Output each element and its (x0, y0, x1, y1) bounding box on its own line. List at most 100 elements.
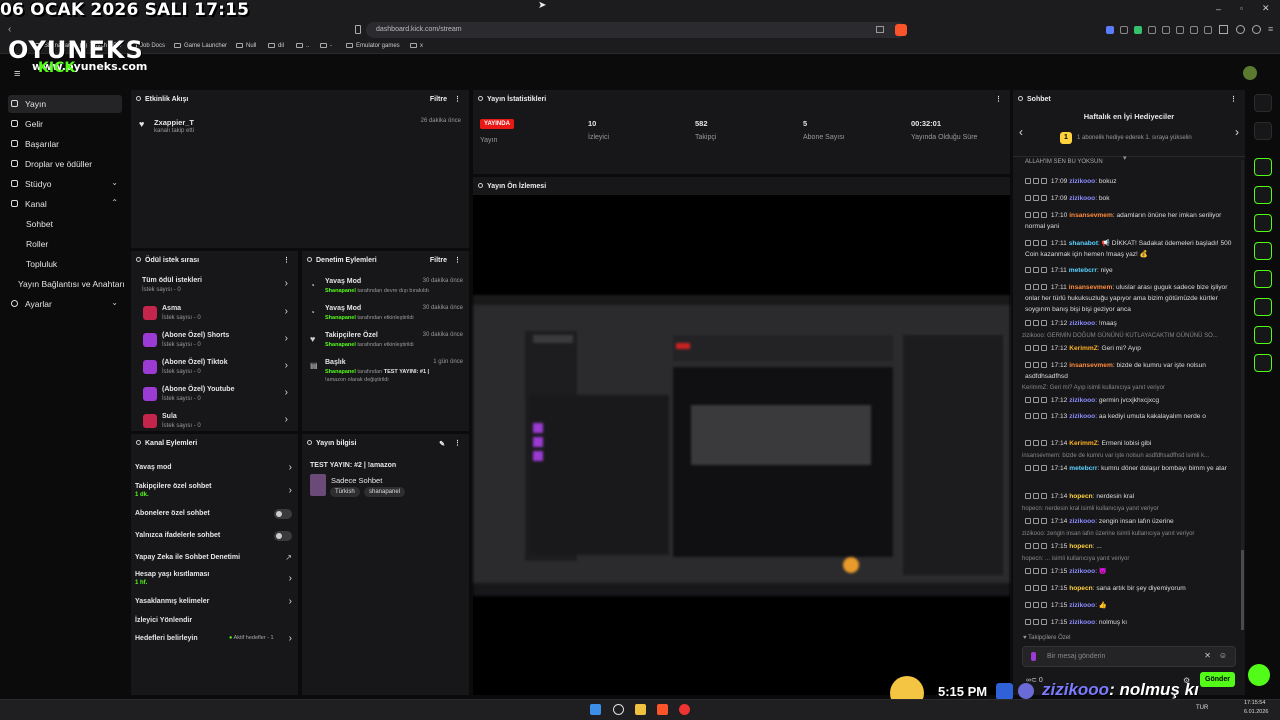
bookmark-item[interactable]: .. (296, 43, 309, 49)
extension-icon[interactable] (1134, 26, 1142, 34)
clock-time[interactable]: 17:15:54 (1244, 700, 1265, 706)
more-options-icon[interactable]: ⋮ (995, 95, 1002, 103)
vpn-icon[interactable] (1252, 25, 1261, 34)
timeout-icon[interactable] (1033, 568, 1039, 574)
ban-icon[interactable] (1041, 619, 1047, 625)
chat-username[interactable]: zizikooo (1069, 568, 1095, 575)
bookmark-item[interactable]: Game Launcher (174, 43, 227, 49)
timeout-icon[interactable] (1033, 195, 1039, 201)
emotes-only-toggle[interactable] (274, 531, 292, 541)
extension-icon[interactable] (1106, 26, 1114, 34)
pin-icon[interactable]: ▾ (1123, 154, 1127, 162)
rail-dashboard-icon[interactable] (1254, 122, 1272, 140)
stream-tag[interactable]: Türkish (330, 487, 360, 497)
mod-icon[interactable] (1025, 493, 1031, 499)
rail-camera-icon[interactable] (1254, 158, 1272, 176)
timeout-icon[interactable] (1033, 240, 1039, 246)
ban-icon[interactable] (1041, 568, 1047, 574)
extension-icon[interactable] (1204, 26, 1212, 34)
filter-button[interactable]: Filtre (430, 96, 447, 103)
more-options-icon[interactable]: ⋮ (1230, 95, 1237, 103)
rail-mod-icon[interactable] (1254, 354, 1272, 372)
extension-icon[interactable] (1162, 26, 1170, 34)
chat-username[interactable]: insansevmem (1069, 362, 1113, 369)
timeout-icon[interactable] (1033, 413, 1039, 419)
slow-mode-setting[interactable]: Yavaş mod › (131, 462, 298, 476)
reward-item[interactable]: Sula İstek sayısı - 0 › (131, 410, 298, 431)
bookmark-icon[interactable] (355, 25, 361, 34)
microphone-icon[interactable] (1031, 652, 1036, 661)
chat-username[interactable]: zizikooo (1069, 178, 1095, 185)
help-button[interactable] (1248, 664, 1270, 686)
sidebar-item-sohbet[interactable]: Sohbet (8, 215, 122, 233)
ban-icon[interactable] (1041, 320, 1047, 326)
sidebar-item-roller[interactable]: Roller (8, 235, 122, 253)
more-options-icon[interactable]: ⋮ (454, 256, 461, 264)
reward-item[interactable]: Asma İstek sayısı - 0 › (131, 302, 298, 326)
language-indicator[interactable]: TUR (1196, 705, 1208, 711)
chat-username[interactable]: metebcrr (1069, 465, 1097, 472)
ban-icon[interactable] (1041, 212, 1047, 218)
chat-scrollbar[interactable] (1241, 160, 1244, 630)
sidebar-item-ayarlar[interactable]: Ayarlar ⌄ (8, 295, 122, 313)
account-age-setting[interactable]: Hesap yaşı kısıtlaması 1 hf. › (131, 570, 298, 590)
timeout-icon[interactable] (1033, 602, 1039, 608)
ban-icon[interactable] (1041, 195, 1047, 201)
maximize-button[interactable]: ▫ (1240, 4, 1243, 13)
rail-stack-icon[interactable] (1254, 298, 1272, 316)
ban-icon[interactable] (1041, 465, 1047, 471)
mod-icon[interactable] (1025, 397, 1031, 403)
ban-icon[interactable] (1041, 585, 1047, 591)
timeout-icon[interactable] (1033, 585, 1039, 591)
activity-user[interactable]: Zxappier_T (154, 118, 194, 127)
mod-icon[interactable] (1025, 345, 1031, 351)
mod-icon[interactable] (1025, 240, 1031, 246)
ban-icon[interactable] (1041, 602, 1047, 608)
mod-icon[interactable] (1025, 440, 1031, 446)
filter-button[interactable]: Filtre (430, 257, 447, 264)
reward-item[interactable]: (Abone Özel) Youtube İstek sayısı - 0 › (131, 383, 298, 407)
stream-preview-video[interactable] (473, 295, 1010, 596)
more-options-icon[interactable]: ⋮ (283, 256, 290, 264)
sidebar-item-topluluk[interactable]: Topluluk (8, 255, 122, 273)
mod-icon[interactable] (1025, 195, 1031, 201)
timeout-icon[interactable] (1033, 267, 1039, 273)
rail-bolt-icon[interactable] (1254, 186, 1272, 204)
mod-icon[interactable] (1025, 619, 1031, 625)
edit-icon[interactable]: ✎ (439, 440, 445, 448)
mod-icon[interactable] (1025, 585, 1031, 591)
reward-item[interactable]: (Abone Özel) Tiktok İstek sayısı - 0 › (131, 356, 298, 380)
sidebar-item-droplar[interactable]: Droplar ve ödüller (8, 155, 122, 173)
timeout-icon[interactable] (1033, 397, 1039, 403)
reward-item[interactable]: (Abone Özel) Shorts İstek sayısı - 0 › (131, 329, 298, 353)
emotes-only-setting[interactable]: Yalnızca ifadelerle sohbet (131, 530, 298, 544)
extension-icon[interactable] (1176, 26, 1184, 34)
timeout-icon[interactable] (1033, 440, 1039, 446)
rail-chat-icon[interactable] (1254, 242, 1272, 260)
bookmark-item[interactable]: dil (268, 43, 284, 49)
timeout-icon[interactable] (1033, 320, 1039, 326)
timeout-icon[interactable] (1033, 345, 1039, 351)
mod-icon[interactable] (1025, 413, 1031, 419)
timeout-icon[interactable] (1033, 518, 1039, 524)
chat-username[interactable]: hopecn (1069, 543, 1092, 550)
file-explorer-icon[interactable] (635, 704, 646, 715)
url-field[interactable]: dashboard.kick.com/stream (366, 22, 906, 38)
chat-username[interactable]: zizikooo (1069, 619, 1095, 626)
sidebar-item-yayin-baglantisi[interactable]: Yayın Bağlantısı ve Anahtarı (8, 275, 128, 293)
clock-date[interactable]: 6.01.2026 (1244, 709, 1268, 715)
ai-moderation-setting[interactable]: Yapay Zeka ile Sohbet Denetimi ↗ (131, 552, 298, 566)
rail-rewind-icon[interactable] (1254, 270, 1272, 288)
bookmark-item[interactable]: Emulator games (346, 43, 400, 49)
timeout-icon[interactable] (1033, 465, 1039, 471)
mod-icon[interactable] (1025, 543, 1031, 549)
ban-icon[interactable] (1041, 240, 1047, 246)
browser-menu-icon[interactable]: ≡ (1268, 24, 1273, 34)
brave-shield-icon[interactable] (895, 24, 907, 36)
sidebar-item-gelir[interactable]: Gelir (8, 115, 122, 133)
mod-icon[interactable] (1025, 465, 1031, 471)
ban-icon[interactable] (1041, 267, 1047, 273)
followers-only-setting[interactable]: Takipçilere özel sohbet 1 dk. › (131, 482, 298, 502)
chat-username[interactable]: zizikooo (1069, 320, 1095, 327)
chat-username[interactable]: insansevmem (1069, 212, 1113, 219)
